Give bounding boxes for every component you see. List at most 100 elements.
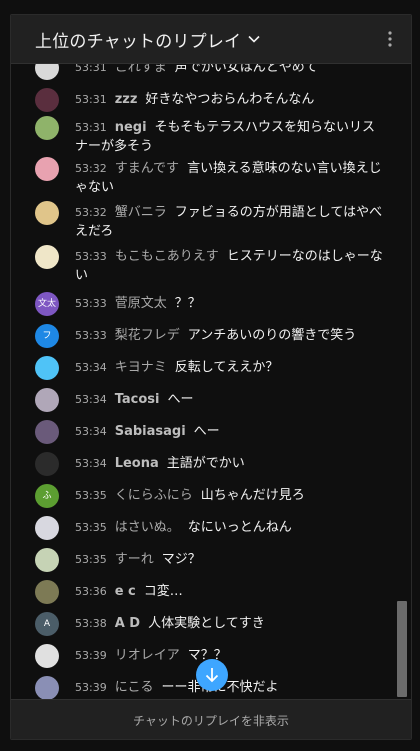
author-name[interactable]: もこもこありえす bbox=[115, 249, 219, 264]
author-avatar[interactable] bbox=[35, 548, 59, 572]
author-name[interactable]: 菅原文太 bbox=[115, 296, 167, 311]
message-timestamp: 53:39 bbox=[75, 649, 107, 662]
author-avatar[interactable] bbox=[35, 676, 59, 699]
message-body: 53:36 e c コ変… bbox=[75, 582, 387, 604]
message-timestamp: 53:34 bbox=[75, 361, 107, 374]
message-timestamp: 53:31 bbox=[75, 64, 107, 74]
arrow-down-icon bbox=[205, 668, 219, 683]
chat-message[interactable]: 文太 53:33 菅原文太 ？？ bbox=[35, 292, 387, 316]
author-name[interactable]: にこる bbox=[115, 680, 154, 695]
avatar-initial: 文太 bbox=[37, 298, 56, 309]
author-avatar[interactable] bbox=[35, 580, 59, 604]
message-text: なにいっとんねん bbox=[187, 520, 292, 535]
author-name[interactable]: はさいぬ。 bbox=[115, 520, 180, 535]
chat-message-list[interactable]: 53:31 これすま 声でかい女はんとやめて 53:31 zzz 好きなやつおらんわそんな… bbox=[11, 64, 395, 699]
message-text: ？？ bbox=[174, 296, 201, 311]
chat-message[interactable]: フ 53:33 梨花フレデ アンチあいのりの響きで笑う bbox=[35, 324, 387, 348]
author-name[interactable]: くにらふにら bbox=[115, 488, 193, 503]
chat-mode-dropdown[interactable]: 上位のチャットのリプレイ bbox=[35, 27, 241, 52]
chat-message[interactable]: ふ 53:35 くにらふにら 山ちゃんだけ見ろ bbox=[35, 484, 387, 508]
author-avatar[interactable] bbox=[35, 516, 59, 540]
more-options-icon[interactable] bbox=[387, 30, 393, 48]
author-avatar[interactable] bbox=[35, 388, 59, 412]
message-text: 反転してええか？ bbox=[174, 360, 279, 375]
author-name[interactable]: 蟹バニラ bbox=[115, 205, 167, 220]
author-name[interactable]: Sabiasagi bbox=[115, 424, 186, 439]
message-text: 好きなやつおらんわそんなん bbox=[145, 92, 315, 107]
hide-chat-replay-button[interactable]: チャットのリプレイを非表示 bbox=[133, 712, 289, 729]
chat-message[interactable]: 53:31 zzz 好きなやつおらんわそんなん bbox=[35, 88, 387, 112]
author-name[interactable]: A D bbox=[115, 616, 140, 631]
chevron-down-icon[interactable] bbox=[247, 32, 261, 46]
chat-header: 上位のチャットのリプレイ bbox=[11, 15, 411, 64]
chat-message[interactable]: A 53:38 A D 人体実験としてすき bbox=[35, 612, 387, 636]
message-timestamp: 53:34 bbox=[75, 393, 107, 406]
chat-message[interactable]: 53:34 Sabiasagi へー bbox=[35, 420, 387, 444]
chat-message[interactable]: 53:34 Tacosi へー bbox=[35, 388, 387, 412]
message-text: コ変… bbox=[143, 584, 183, 599]
author-avatar[interactable] bbox=[35, 245, 59, 269]
message-body: 53:33 もこもこありえす ヒステリーなのはしゃーない bbox=[75, 247, 387, 285]
message-body: 53:35 くにらふにら 山ちゃんだけ見ろ bbox=[75, 486, 387, 508]
message-body: 53:34 Tacosi へー bbox=[75, 390, 387, 412]
scroll-to-bottom-button[interactable] bbox=[196, 659, 228, 691]
author-name[interactable]: Tacosi bbox=[115, 392, 160, 407]
message-timestamp: 53:33 bbox=[75, 297, 107, 310]
message-timestamp: 53:39 bbox=[75, 681, 107, 694]
message-text: 声でかい女はんとやめて bbox=[174, 64, 318, 75]
author-avatar[interactable]: フ bbox=[35, 324, 59, 348]
chat-message[interactable]: 53:36 e c コ変… bbox=[35, 580, 387, 604]
author-avatar[interactable]: ふ bbox=[35, 484, 59, 508]
message-timestamp: 53:32 bbox=[75, 162, 107, 175]
avatar-initial: A bbox=[43, 618, 51, 629]
author-avatar[interactable] bbox=[35, 201, 59, 225]
message-body: 53:32 蟹バニラ ファビョるの方が用語としてはやべえだろ bbox=[75, 203, 387, 241]
message-body: 53:33 梨花フレデ アンチあいのりの響きで笑う bbox=[75, 326, 387, 348]
author-name[interactable]: リオレイア bbox=[115, 648, 180, 663]
chat-message[interactable]: 53:35 すーれ マジ？ bbox=[35, 548, 387, 572]
chat-message[interactable]: 53:33 もこもこありえす ヒステリーなのはしゃーない bbox=[35, 245, 387, 285]
message-body: 53:33 菅原文太 ？？ bbox=[75, 294, 387, 316]
message-timestamp: 53:38 bbox=[75, 617, 107, 630]
author-name[interactable]: e c bbox=[115, 584, 136, 599]
author-name[interactable]: negi bbox=[115, 120, 147, 135]
author-avatar[interactable] bbox=[35, 88, 59, 112]
message-timestamp: 53:34 bbox=[75, 457, 107, 470]
message-text: 人体実験としてすき bbox=[148, 616, 265, 631]
avatar-initial: ふ bbox=[42, 490, 52, 501]
message-timestamp: 53:33 bbox=[75, 329, 107, 342]
chat-message[interactable]: 53:32 蟹バニラ ファビョるの方が用語としてはやべえだろ bbox=[35, 201, 387, 241]
author-name[interactable]: Leona bbox=[115, 456, 159, 471]
message-body: 53:39にこるーー非常に不快だよ bbox=[75, 678, 387, 699]
author-avatar[interactable] bbox=[35, 644, 59, 668]
chat-message[interactable]: 53:31 negi そもそもテラスハウスを知らないリスナーが多そう bbox=[35, 116, 387, 156]
author-avatar[interactable] bbox=[35, 356, 59, 380]
author-avatar[interactable]: 文太 bbox=[35, 292, 59, 316]
message-body: 53:31 これすま 声でかい女はんとやめて bbox=[75, 64, 387, 80]
live-chat-panel: 上位のチャットのリプレイ 53:31 これすま 声でかい女はんとやめて 53:31 zz… bbox=[10, 14, 412, 740]
message-timestamp: 53:31 bbox=[75, 121, 107, 134]
author-name[interactable]: キヨナミ bbox=[115, 360, 167, 375]
author-name[interactable]: 梨花フレデ bbox=[115, 328, 180, 343]
author-name[interactable]: zzz bbox=[115, 92, 138, 107]
author-name[interactable]: すーれ bbox=[115, 552, 154, 567]
scrollbar-thumb[interactable] bbox=[397, 601, 407, 697]
chat-message[interactable]: 53:31 これすま 声でかい女はんとやめて bbox=[35, 64, 387, 80]
author-avatar[interactable] bbox=[35, 420, 59, 444]
message-body: 53:34 Sabiasagi へー bbox=[75, 422, 387, 444]
chat-message[interactable]: 53:34 Leona 主語がでかい bbox=[35, 452, 387, 476]
author-avatar[interactable] bbox=[35, 64, 59, 80]
author-avatar[interactable] bbox=[35, 157, 59, 181]
message-body: 53:32 すまんです 言い換える意味のない言い換えじゃない bbox=[75, 159, 387, 197]
message-body: 53:38 A D 人体実験としてすき bbox=[75, 614, 387, 636]
author-name[interactable]: これすま bbox=[115, 64, 167, 75]
author-name[interactable]: すまんです bbox=[115, 161, 179, 176]
chat-message[interactable]: 53:35 はさいぬ。 なにいっとんねん bbox=[35, 516, 387, 540]
chat-message[interactable]: 53:34 キヨナミ 反転してええか？ bbox=[35, 356, 387, 380]
message-body: 53:34 Leona 主語がでかい bbox=[75, 454, 387, 476]
author-avatar[interactable] bbox=[35, 452, 59, 476]
author-avatar[interactable]: A bbox=[35, 612, 59, 636]
author-avatar[interactable] bbox=[35, 116, 59, 140]
message-text: 主語がでかい bbox=[166, 456, 245, 471]
chat-message[interactable]: 53:32 すまんです 言い換える意味のない言い換えじゃない bbox=[35, 157, 387, 197]
